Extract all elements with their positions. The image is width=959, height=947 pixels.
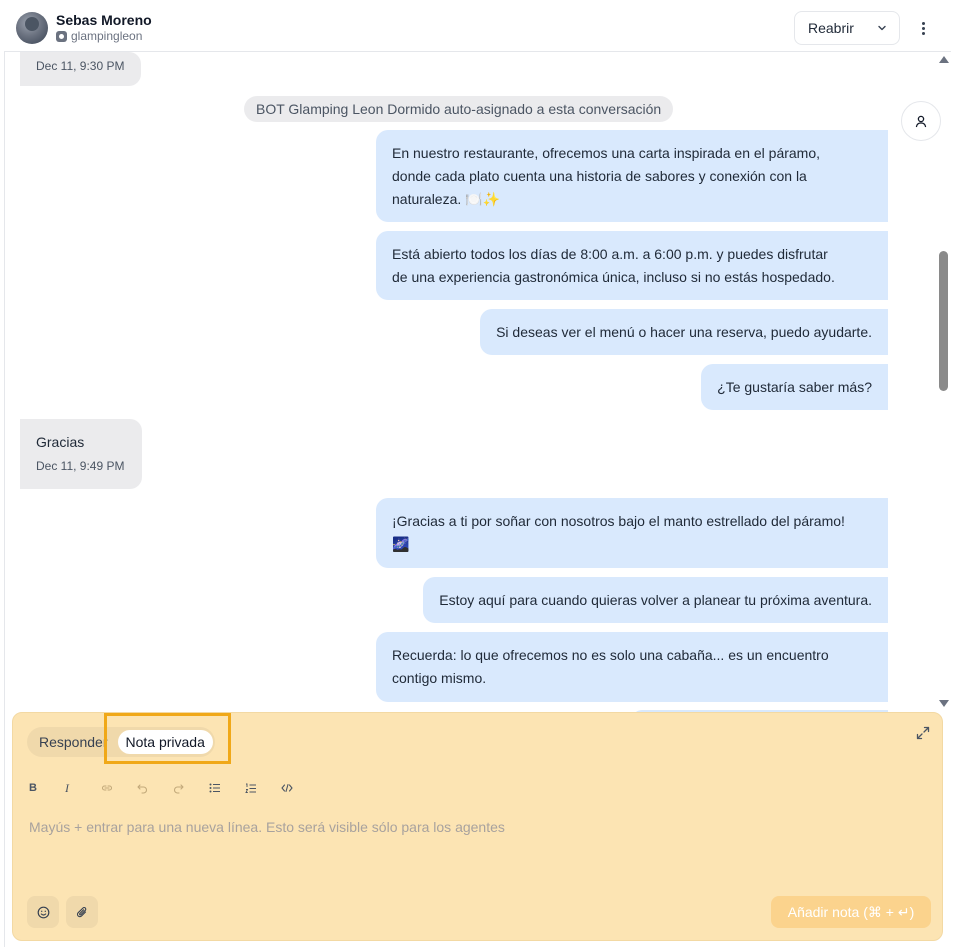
message-timestamp: Dec 11, 9:49 PM [36, 459, 125, 473]
italic-icon[interactable]: I [63, 779, 99, 797]
formatting-toolbar: B I [27, 779, 315, 797]
contact-name[interactable]: Sebas Moreno [56, 12, 152, 28]
message-line: Estoy aquí para cuando quieras volver a … [439, 592, 872, 608]
reopen-label: Reabrir [808, 20, 854, 36]
inbox-label: glampingleon [56, 29, 142, 43]
outgoing-message: Recuerda: lo que ofrecemos no es solo un… [376, 632, 888, 702]
message-line: 🌌 [392, 536, 410, 552]
scroll-down-arrow[interactable] [939, 700, 949, 707]
attach-button[interactable] [66, 896, 98, 928]
redo-icon[interactable] [171, 779, 207, 797]
outgoing-message: Estoy aquí para cuando quieras volver a … [423, 577, 888, 623]
message-line: naturaleza. 🍽️✨ [392, 191, 501, 207]
message-line: ¡Gracias a ti por soñar con nosotros baj… [392, 513, 845, 529]
incoming-message: Dec 11, 9:30 PM [20, 52, 141, 86]
message-line: donde cada plato cuenta una historia de … [392, 168, 807, 184]
scroll-up-arrow[interactable] [939, 56, 949, 63]
bullet-list-icon[interactable] [207, 779, 243, 797]
message-text: Gracias [36, 434, 85, 450]
conversation-header: Sebas Moreno glampingleon Reabrir [4, 4, 951, 52]
message-line: Recuerda: lo que ofrecemos no es solo un… [392, 647, 829, 663]
message-input[interactable]: Mayús + entrar para una nueva línea. Est… [29, 819, 505, 835]
undo-icon[interactable] [135, 779, 171, 797]
code-icon[interactable] [279, 779, 315, 797]
chevron-down-icon[interactable] [877, 23, 887, 33]
outgoing-message: Está abierto todos los días de 8:00 a.m.… [376, 231, 888, 300]
message-line: En nuestro restaurante, ofrecemos una ca… [392, 145, 821, 161]
incoming-message: Gracias Dec 11, 9:49 PM [20, 419, 142, 489]
ordered-list-icon[interactable] [243, 779, 279, 797]
contact-avatar[interactable] [16, 12, 48, 44]
emoji-icon [37, 906, 49, 918]
message-line: contigo mismo. [392, 670, 487, 686]
activity-message: BOT Glamping Leon Dormido auto-asignado … [244, 96, 674, 122]
expand-icon[interactable] [915, 725, 931, 741]
user-icon [915, 115, 927, 128]
inbox-name: glampingleon [71, 29, 143, 43]
bold-icon[interactable]: B [27, 779, 63, 797]
add-note-button[interactable]: Añadir nota (⌘ + ↵) [771, 896, 931, 928]
emoji-button[interactable] [27, 896, 59, 928]
message-timestamp: Dec 11, 9:30 PM [36, 59, 125, 73]
message-line: Si deseas ver el menú o hacer una reserv… [496, 324, 872, 340]
outgoing-message: Si deseas ver el menú o hacer una reserv… [480, 309, 888, 355]
more-options-icon[interactable] [912, 17, 934, 39]
message-line: de una experiencia gastronómica única, i… [392, 269, 835, 285]
inbox-icon [56, 30, 67, 42]
message-line: Está abierto todos los días de 8:00 a.m.… [392, 246, 828, 262]
message-line: ¿Te gustaría saber más? [717, 379, 872, 395]
paperclip-icon [76, 906, 86, 917]
highlight-box [104, 713, 231, 764]
message-list: Dec 11, 9:30 PM BOT Glamping Leon Dormid… [4, 52, 951, 712]
assign-agent-button[interactable] [901, 101, 941, 141]
outgoing-message: ¿Te gustaría saber más? [701, 364, 888, 410]
outgoing-message: En nuestro restaurante, ofrecemos una ca… [376, 130, 888, 222]
outgoing-message: ¡Gracias a ti por soñar con nosotros baj… [376, 498, 888, 568]
scrollbar-thumb[interactable] [939, 251, 948, 391]
reopen-button[interactable]: Reabrir [794, 11, 900, 45]
link-icon[interactable] [99, 779, 135, 797]
